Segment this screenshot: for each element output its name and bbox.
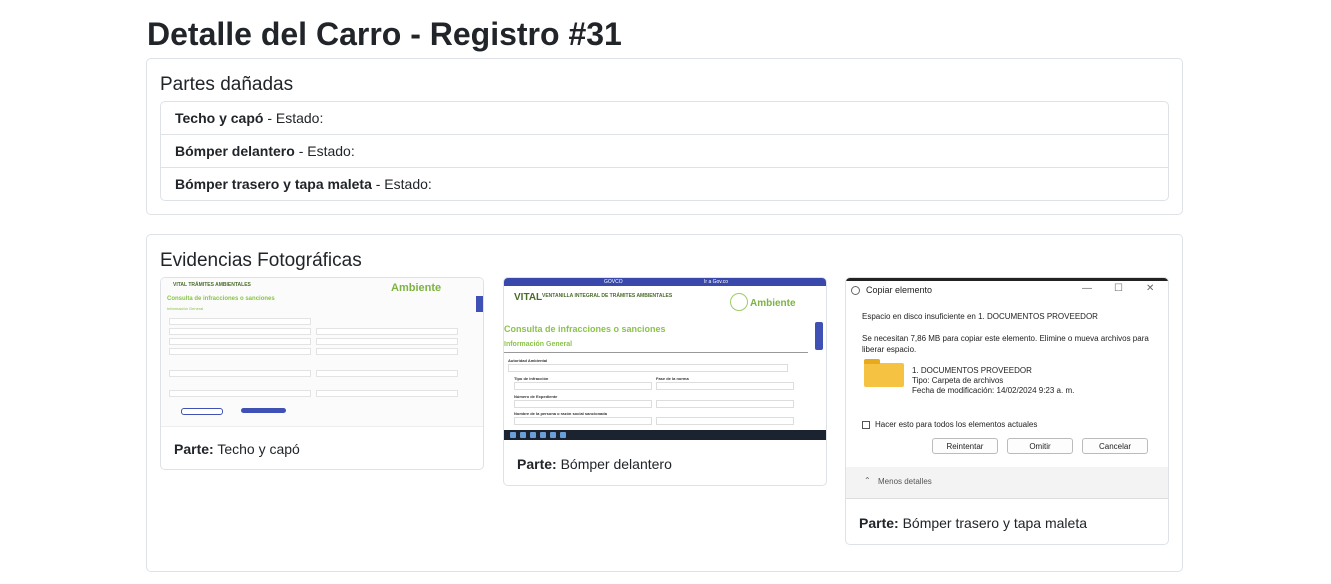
copy-icon <box>851 286 860 295</box>
part-status: - Estado: <box>263 110 324 126</box>
photo-caption-2: Parte: Bómper delantero <box>517 456 672 472</box>
part-name: Techo y capó <box>175 110 264 126</box>
part-label: Parte: <box>174 441 214 457</box>
photo-card-2[interactable]: GOVCO Ir a Gov.co VITAL VENTANILLA INTEG… <box>503 277 827 486</box>
photo-part-name: Bómper delantero <box>560 456 672 472</box>
damaged-parts-list: Techo y capó - Estado: Bómper delantero … <box>160 101 1169 201</box>
photo-part-name: Techo y capó <box>217 441 300 457</box>
form-field <box>508 364 788 372</box>
form-field <box>656 400 794 408</box>
vital-logo: VITAL TRÁMITES AMBIENTALES <box>173 282 251 288</box>
photo-evidence-heading: Evidencias Fotográficas <box>160 250 362 271</box>
ambiente-brand: Ambiente <box>750 298 796 309</box>
side-toolbar <box>815 322 823 350</box>
field-label: Número de Expediente <box>514 394 558 399</box>
dialog-title: Copiar elemento <box>866 285 933 295</box>
shot-subheading: Información General <box>167 306 204 311</box>
search-icon <box>520 432 526 438</box>
form-field <box>316 370 458 377</box>
evidence-image-2[interactable]: GOVCO Ir a Gov.co VITAL VENTANILLA INTEG… <box>504 278 826 440</box>
form-field <box>316 338 458 345</box>
shot-button <box>181 408 223 415</box>
damaged-parts-card: Partes dañadas Techo y capó - Estado: Bó… <box>146 58 1183 215</box>
gov-topbar: GOVCO Ir a Gov.co <box>504 278 826 286</box>
form-field <box>656 382 794 390</box>
shot-button <box>241 408 286 413</box>
photo-card-3[interactable]: Copiar elemento — ☐ ✕ Espacio en disco i… <box>845 277 1169 545</box>
part-label: Parte: <box>517 456 557 472</box>
minimize-icon: — <box>1082 283 1092 294</box>
list-item: Techo y capó - Estado: <box>161 102 1168 135</box>
taskbar <box>504 430 826 440</box>
photo-card-1[interactable]: VITAL TRÁMITES AMBIENTALES Ambiente Cons… <box>160 277 484 470</box>
field-label: Nombre de la persona o razón social sanc… <box>514 411 607 416</box>
app-icon <box>560 432 566 438</box>
shot-heading: Consulta de infracciones o sanciones <box>167 296 275 302</box>
photo-caption-3: Parte: Bómper trasero y tapa maleta <box>859 515 1087 531</box>
form-field <box>514 417 652 425</box>
item-date: Fecha de modificación: 14/02/2024 9:23 a… <box>912 386 1075 395</box>
start-icon <box>510 432 516 438</box>
form-field <box>169 338 311 345</box>
field-label: Autoridad Ambiental <box>508 358 548 363</box>
photo-part-name: Bómper trasero y tapa maleta <box>902 515 1087 531</box>
part-name: Bómper trasero y tapa maleta <box>175 176 372 192</box>
app-icon <box>530 432 536 438</box>
app-icon <box>540 432 546 438</box>
ambiente-icon <box>730 293 748 311</box>
form-field <box>514 400 652 408</box>
close-icon: ✕ <box>1146 283 1155 294</box>
dialog-line-1: Espacio en disco insuficiente en 1. DOCU… <box>862 312 1098 321</box>
folder-icon <box>864 359 904 387</box>
less-details-link: Menos detalles <box>878 477 932 486</box>
photo-evidence-card: Evidencias Fotográficas VITAL TRÁMITES A… <box>146 234 1183 572</box>
dialog-footer: ⌃ Menos detalles <box>846 467 1168 498</box>
gov-link: Ir a Gov.co <box>704 279 729 285</box>
form-field <box>169 348 311 355</box>
evidence-image-3[interactable]: Copiar elemento — ☐ ✕ Espacio en disco i… <box>846 278 1168 499</box>
form-field <box>514 382 652 390</box>
side-toolbar <box>476 296 483 312</box>
apply-all-checkbox <box>862 421 870 429</box>
field-label: Tipo de infracción <box>514 376 549 381</box>
shot-heading: Consulta de infracciones o sanciones <box>504 324 666 334</box>
photo-caption-1: Parte: Techo y capó <box>174 441 300 457</box>
form-field <box>169 318 311 325</box>
app-icon <box>550 432 556 438</box>
part-status: - Estado: <box>371 176 432 192</box>
form-field <box>169 370 311 377</box>
cancel-button: Cancelar <box>1082 438 1148 454</box>
form-field <box>169 328 311 335</box>
apply-all-label: Hacer esto para todos los elementos actu… <box>875 420 1038 429</box>
field-label: Fase de la norma <box>656 376 689 381</box>
vital-logo: VITAL <box>514 292 543 303</box>
part-name: Bómper delantero <box>175 143 295 159</box>
part-label: Parte: <box>859 515 899 531</box>
ambiente-brand: Ambiente <box>391 282 442 294</box>
retry-button: Reintentar <box>932 438 998 454</box>
form-field <box>316 390 458 397</box>
skip-button: Omitir <box>1007 438 1073 454</box>
shot-subheading: Información General <box>504 341 573 348</box>
part-status: - Estado: <box>294 143 355 159</box>
form-field <box>316 348 458 355</box>
form-field <box>316 328 458 335</box>
gov-label: GOVCO <box>604 279 623 285</box>
vital-logo-subtitle: VENTANILLA INTEGRAL DE TRÁMITES AMBIENTA… <box>542 293 673 299</box>
page-title: Detalle del Carro - Registro #31 <box>147 16 622 52</box>
chevron-up-icon: ⌃ <box>864 476 871 485</box>
maximize-icon: ☐ <box>1114 283 1123 294</box>
damaged-parts-heading: Partes dañadas <box>160 74 294 95</box>
evidence-image-1[interactable]: VITAL TRÁMITES AMBIENTALES Ambiente Cons… <box>161 278 483 427</box>
page: Detalle del Carro - Registro #31 Partes … <box>0 0 1331 584</box>
form-field <box>656 417 794 425</box>
list-item: Bómper delantero - Estado: <box>161 135 1168 168</box>
divider <box>504 352 808 353</box>
window-edge <box>846 278 1168 281</box>
form-field <box>169 390 311 397</box>
list-item: Bómper trasero y tapa maleta - Estado: <box>161 168 1168 200</box>
dialog-line-2: Se necesitan 7,86 MB para copiar este el… <box>862 334 1149 354</box>
